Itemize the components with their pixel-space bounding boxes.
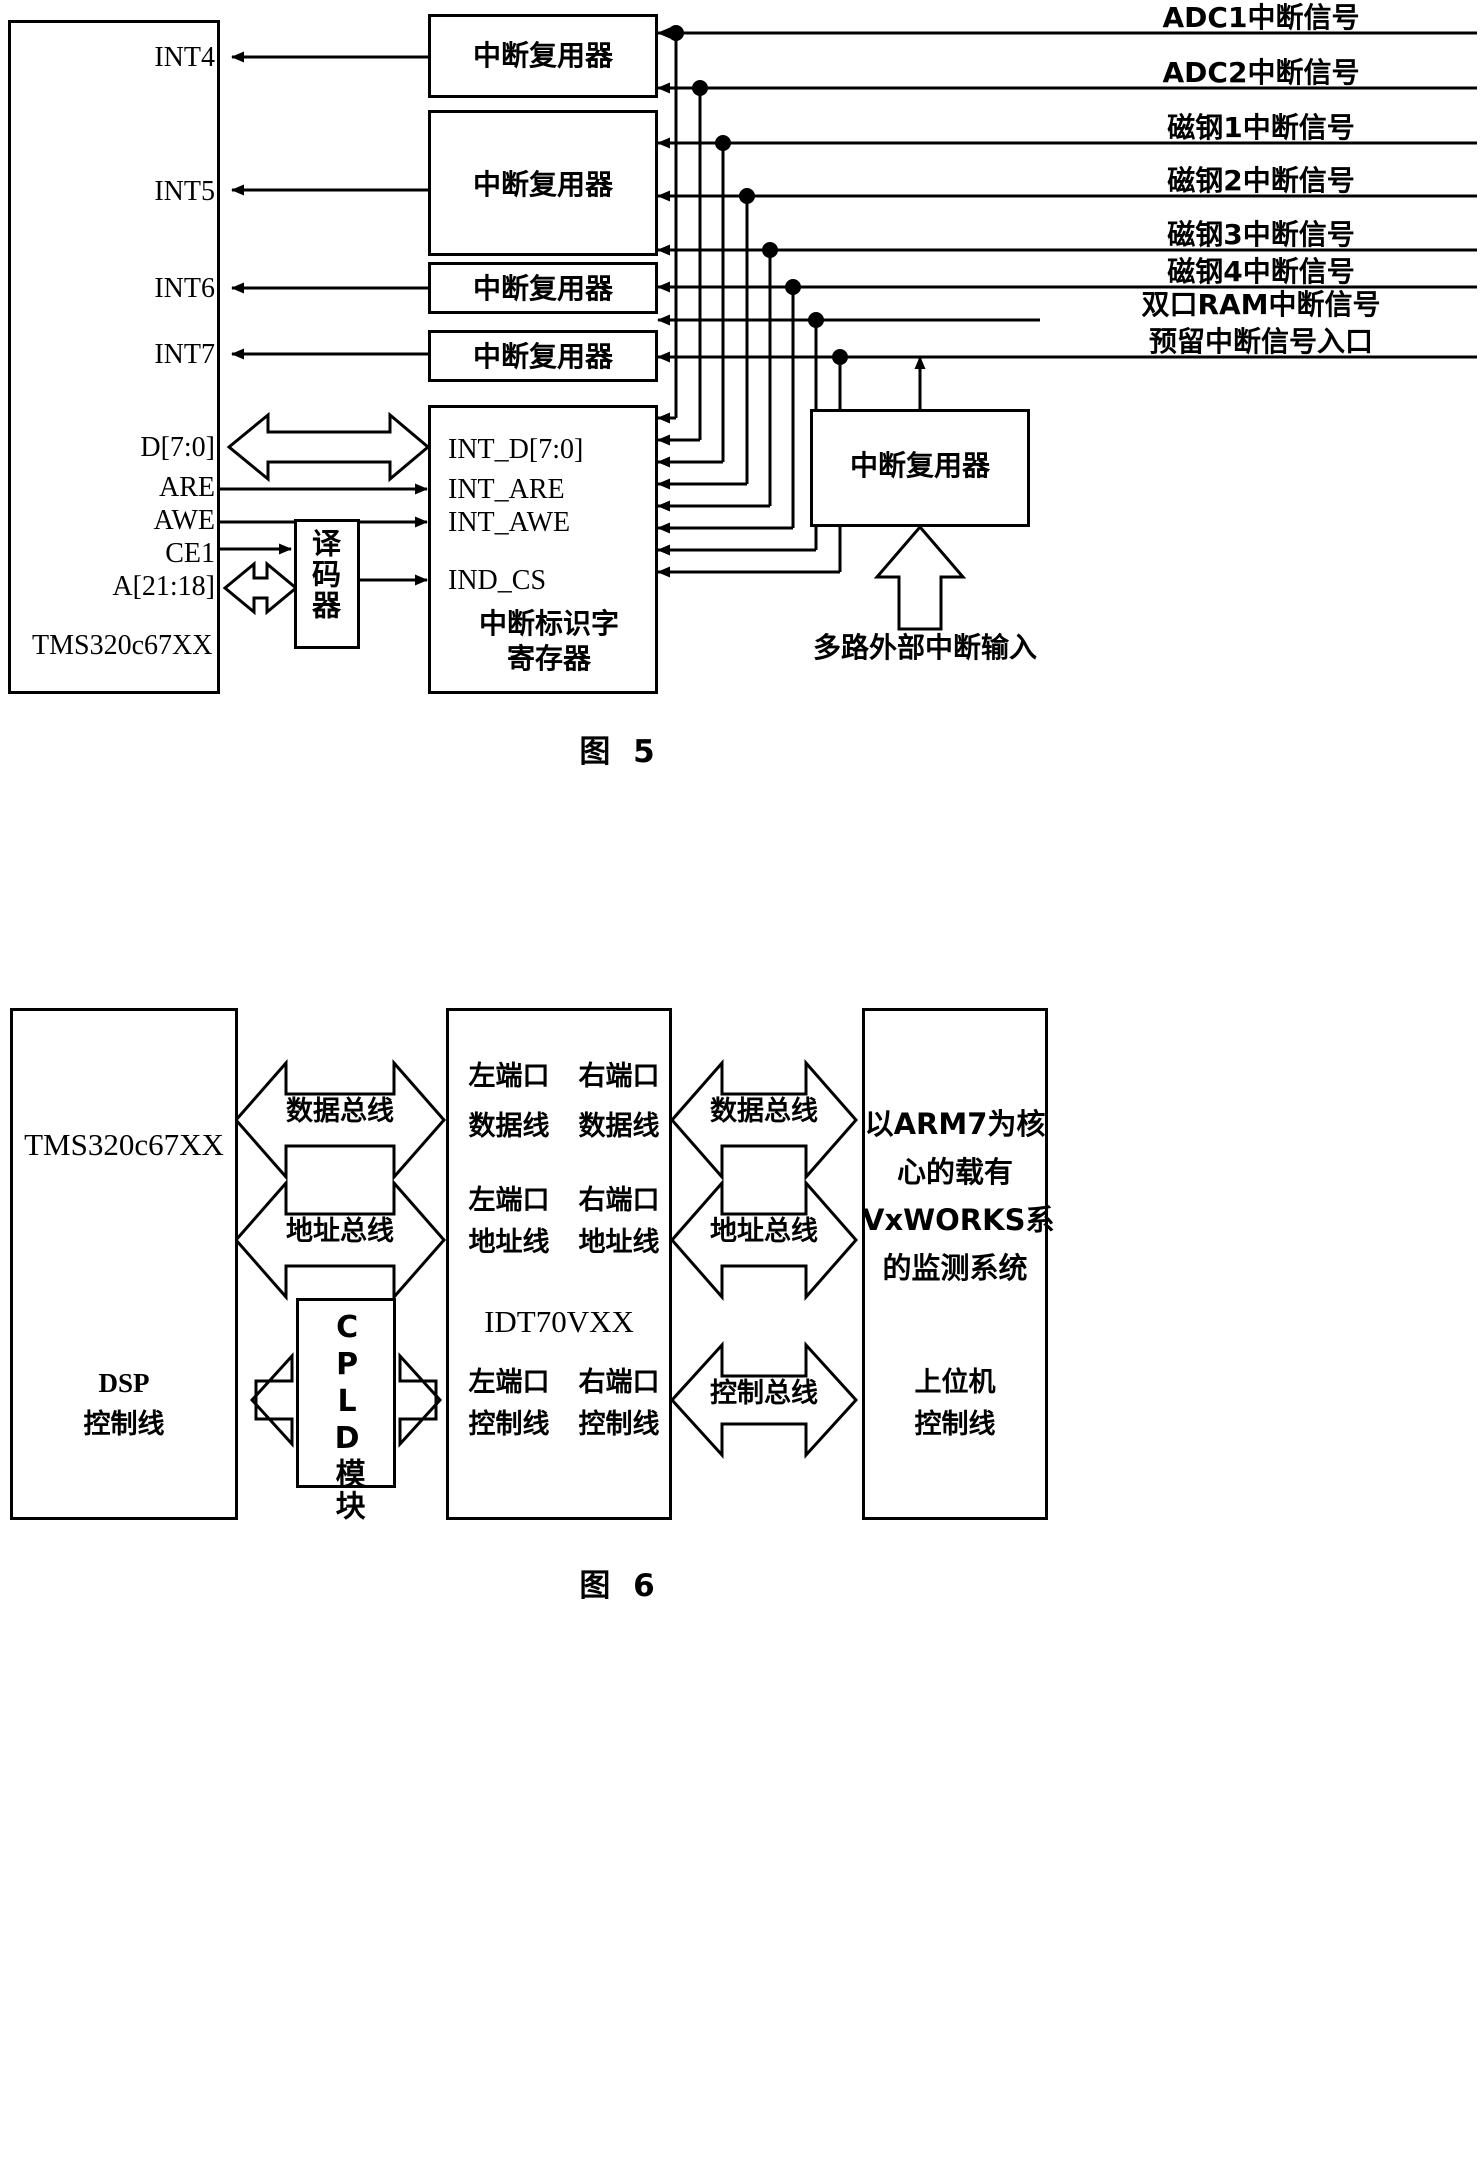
host-control-line-1: 上位机 — [914, 1367, 996, 1398]
patent-drawing-sheet: INT4 INT5 INT6 INT7 D[7:0] ARE AWE CE1 A… — [0, 0, 1483, 2164]
ram-right-port-address-line: 地址线 — [578, 1227, 660, 1258]
host-line-1: 以ARM7为核 — [864, 1107, 1046, 1141]
dsp-control-line-1: DSP — [98, 1368, 150, 1398]
ram-left-port-address-title: 左端口 — [468, 1185, 550, 1216]
dsp-to-cpld-arrow — [249, 1352, 294, 1448]
cpld-block-label: CPLD模块 — [329, 1310, 365, 1522]
ram-left-port-control-line: 控制线 — [468, 1409, 550, 1440]
ram-right-port-control-title: 右端口 — [578, 1367, 660, 1398]
dsp-control-line-2: 控制线 — [83, 1409, 165, 1440]
cpld-to-ram-arrow — [398, 1352, 443, 1448]
bus-label-right-data: 数据总线 — [710, 1096, 818, 1127]
figure6-caption: 图 6 — [579, 1568, 661, 1604]
dsp-block-fig6 — [10, 1008, 238, 1520]
bus-label-left-address: 地址总线 — [286, 1216, 394, 1247]
bus-label-right-control: 控制总线 — [710, 1378, 818, 1409]
ram-right-port-data-title: 右端口 — [578, 1061, 660, 1092]
ram-block-name: IDT70VXX — [484, 1304, 634, 1339]
ram-left-port-data-line: 数据线 — [468, 1111, 550, 1142]
ram-right-port-data-line: 数据线 — [578, 1111, 660, 1142]
host-line-4: 的监测系统 — [882, 1251, 1028, 1285]
ram-right-port-address-title: 右端口 — [578, 1185, 660, 1216]
host-control-line-2: 控制线 — [914, 1409, 996, 1440]
host-line-3: VxWORKS系 — [862, 1203, 1055, 1237]
ram-left-port-address-line: 地址线 — [468, 1227, 550, 1258]
ram-right-port-control-line: 控制线 — [578, 1409, 660, 1440]
dsp-block-name-fig6: TMS320c67XX — [24, 1127, 224, 1162]
bus-label-left-data: 数据总线 — [286, 1096, 394, 1127]
bus-label-right-address: 地址总线 — [710, 1216, 818, 1247]
host-line-2: 心的载有 — [896, 1155, 1013, 1189]
ram-left-port-control-title: 左端口 — [468, 1367, 550, 1398]
ram-left-port-data-title: 左端口 — [468, 1061, 550, 1092]
